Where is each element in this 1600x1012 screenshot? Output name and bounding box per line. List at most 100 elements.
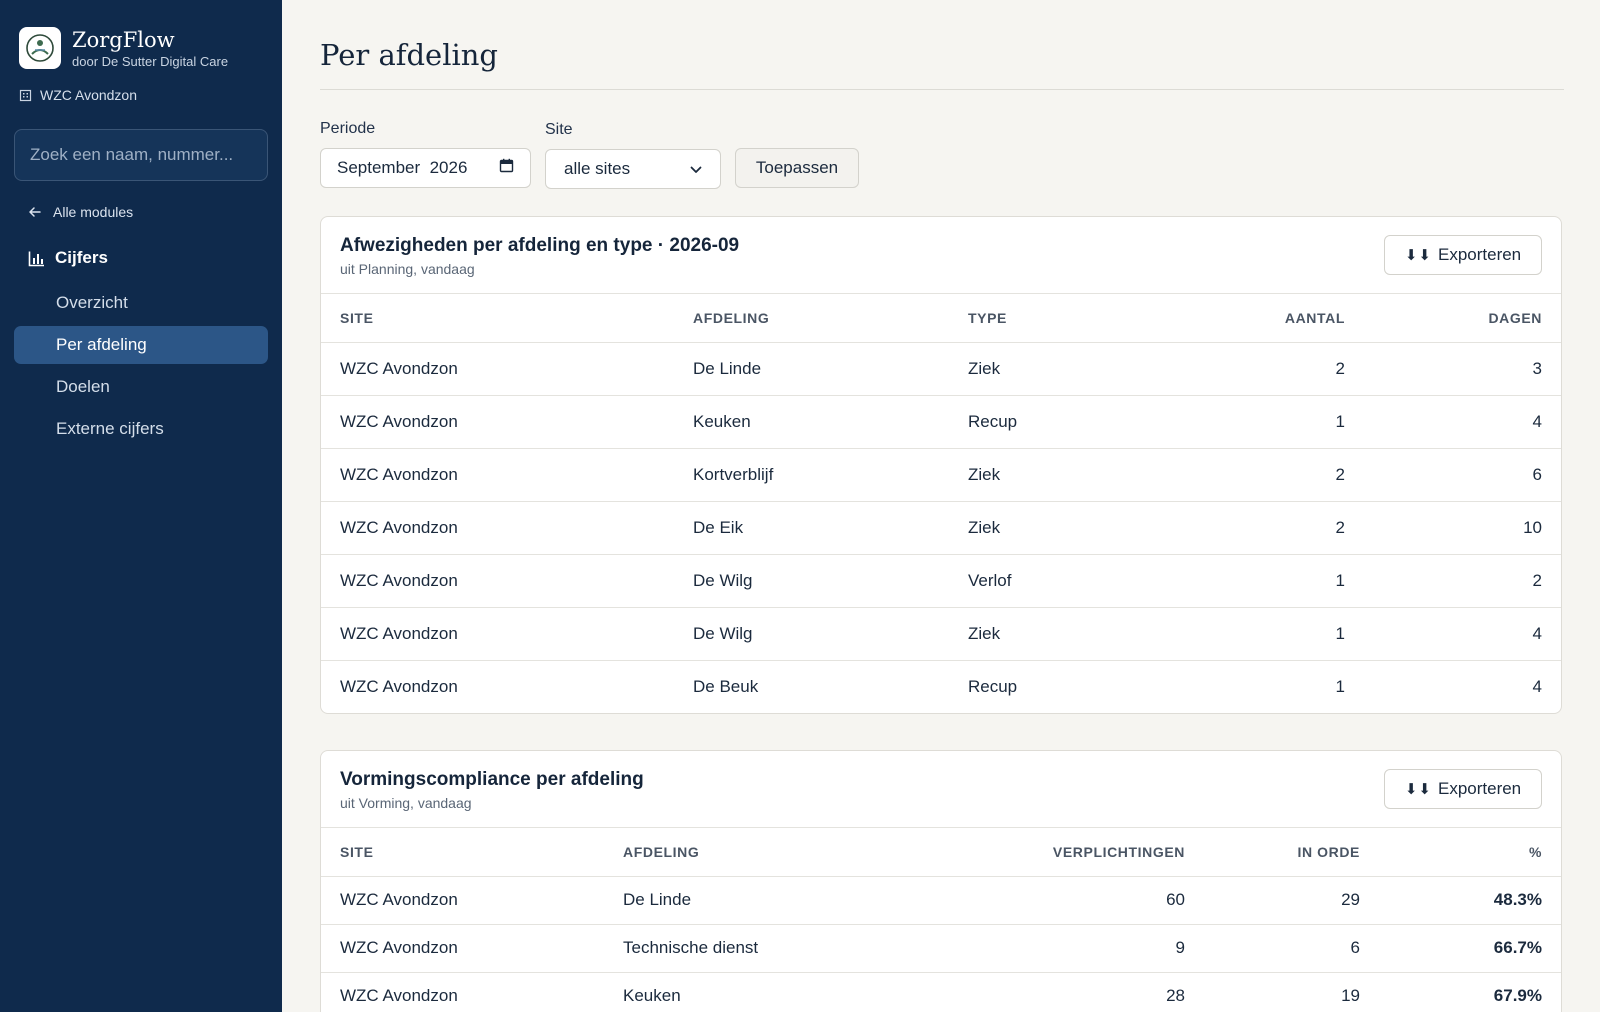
table-row: WZC Avondzon Kortverblijf Ziek 2 6 [321, 448, 1561, 502]
absences-table: SITE AFDELING TYPE AANTAL DAGEN WZC Avon… [321, 294, 1561, 713]
training-export-button[interactable]: ⬇⬇ Exporteren [1384, 769, 1542, 809]
column-header-dagen: DAGEN [1364, 294, 1561, 343]
cell-aantal: 1 [1149, 395, 1364, 449]
absences-card: Afwezigheden per afdeling en type · 2026… [320, 216, 1562, 714]
cell-in-orde: 6 [1204, 924, 1379, 973]
cell-site: WZC Avondzon [321, 924, 604, 973]
absences-card-header: Afwezigheden per afdeling en type · 2026… [321, 217, 1561, 294]
apply-button[interactable]: Toepassen [735, 148, 859, 188]
column-header-percent: % [1379, 828, 1561, 877]
absences-export-button[interactable]: ⬇⬇ Exporteren [1384, 235, 1542, 275]
sidebar: ZorgFlow door De Sutter Digital Care WZC… [0, 0, 282, 1012]
cell-verplichtingen: 28 [1166, 986, 1185, 1006]
cell-site: WZC Avondzon [340, 986, 458, 1006]
cell-afdeling: De Beuk [693, 676, 759, 696]
download-icon: ⬇⬇ [1404, 247, 1432, 264]
cell-dagen: 2 [1364, 554, 1561, 608]
export-label: Exporteren [1437, 779, 1522, 798]
site-value: alle sites [564, 159, 631, 178]
chevron-down-icon [690, 159, 702, 179]
cell-afdeling: De Linde [674, 342, 949, 396]
table-row: WZC Avondzon Keuken Recup 1 4 [321, 395, 1561, 449]
brand[interactable]: ZorgFlow door De Sutter Digital Care [19, 27, 228, 69]
site-select[interactable]: alle sites [545, 149, 721, 189]
cell-dagen: 3 [1364, 342, 1561, 396]
column-header-afdeling: AFDELING [604, 828, 904, 877]
title-divider [320, 89, 1564, 90]
table-header-row: SITE AFDELING TYPE AANTAL DAGEN [321, 294, 1561, 343]
cell-site: WZC Avondzon [321, 876, 604, 925]
cell-aantal: 2 [1149, 501, 1364, 555]
arrow-left-icon [28, 205, 42, 219]
cell-site: WZC Avondzon [321, 448, 674, 502]
column-header-site: SITE [321, 828, 604, 877]
period-month-input[interactable]: September 2026 [320, 148, 531, 188]
section-label: Cijfers [55, 248, 108, 267]
table-row: WZC Avondzon De Linde 60 29 48.3% [321, 876, 1561, 925]
cell-dagen: 6 [1364, 448, 1561, 502]
cell-percent: 66.7% [1379, 924, 1561, 973]
all-modules-link[interactable]: Alle modules [28, 204, 133, 220]
sidebar-item-externe-cijfers[interactable]: Externe cijfers [14, 410, 268, 448]
column-header-afdeling: AFDELING [674, 294, 949, 343]
column-header-verplichtingen: VERPLICHTINGEN [904, 828, 1204, 877]
cell-type: Recup [949, 395, 1149, 449]
period-value: September 2026 [337, 158, 468, 177]
cell-afdeling: Technische dienst [604, 924, 904, 973]
cell-site: WZC Avondzon [321, 554, 674, 608]
training-card-header: Vormingscompliance per afdeling uit Vorm… [321, 751, 1561, 828]
brand-subtitle: door De Sutter Digital Care [72, 54, 229, 69]
cell-afdeling: Keuken [674, 395, 949, 449]
cell-dagen: 4 [1532, 676, 1542, 696]
training-table: SITE AFDELING VERPLICHTINGEN IN ORDE % W… [321, 828, 1561, 1012]
cell-site: WZC Avondzon [321, 395, 674, 449]
table-row: WZC Avondzon De Wilg Ziek 1 4 [321, 607, 1561, 661]
period-label: Periode [320, 120, 376, 137]
filter-bar: Periode Site September 2026 alle sites T… [320, 120, 1564, 189]
sidebar-item-doelen[interactable]: Doelen [14, 368, 268, 406]
column-header-aantal: AANTAL [1149, 294, 1364, 343]
building-icon [19, 89, 32, 102]
cell-percent: 67.9% [1493, 986, 1542, 1006]
table-row: WZC Avondzon De Wilg Verlof 1 2 [321, 554, 1561, 608]
sidebar-item-overzicht[interactable]: Overzicht [14, 284, 268, 322]
cell-type: Ziek [949, 448, 1149, 502]
zorgflow-logo-icon [19, 27, 61, 69]
cell-aantal: 1 [1149, 607, 1364, 661]
table-row: WZC Avondzon De Linde Ziek 2 3 [321, 342, 1561, 396]
cell-site: WZC Avondzon [321, 501, 674, 555]
cell-dagen: 4 [1364, 607, 1561, 661]
cell-type: Ziek [949, 342, 1149, 396]
training-subtitle: uit Vorming, vandaag [340, 795, 472, 811]
table-row: WZC Avondzon Keuken 28 19 67.9% [321, 972, 1561, 1012]
cell-aantal: 2 [1149, 342, 1364, 396]
table-row: WZC Avondzon Technische dienst 9 6 66.7% [321, 924, 1561, 973]
table-row: WZC Avondzon De Eik Ziek 2 10 [321, 501, 1561, 555]
cell-dagen: 4 [1364, 395, 1561, 449]
cell-aantal: 1 [1149, 554, 1364, 608]
search-input[interactable] [14, 129, 268, 181]
table-header-row: SITE AFDELING VERPLICHTINGEN IN ORDE % [321, 828, 1561, 877]
calendar-icon[interactable] [499, 158, 514, 178]
cell-percent: 48.3% [1379, 876, 1561, 925]
cell-aantal: 1 [1335, 676, 1345, 696]
cell-site: WZC Avondzon [321, 607, 674, 661]
training-title: Vormingscompliance per afdeling [340, 769, 644, 790]
absences-title: Afwezigheden per afdeling en type · 2026… [340, 235, 740, 256]
table-row: WZC Avondzon De Beuk Recup 1 4 [321, 660, 1561, 713]
cell-afdeling: Keuken [623, 986, 681, 1006]
all-modules-label: Alle modules [53, 204, 134, 220]
absences-subtitle: uit Planning, vandaag [340, 261, 475, 277]
cell-aantal: 2 [1149, 448, 1364, 502]
organization-label: WZC Avondzon [19, 87, 137, 103]
column-header-type: TYPE [949, 294, 1149, 343]
cell-type: Ziek [949, 501, 1149, 555]
sidebar-item-per-afdeling[interactable]: Per afdeling [14, 326, 268, 364]
section-cijfers[interactable]: Cijfers [28, 248, 108, 268]
cell-afdeling: De Eik [674, 501, 949, 555]
cell-afdeling: De Wilg [674, 554, 949, 608]
cell-verplichtingen: 60 [904, 876, 1204, 925]
cell-in-orde: 29 [1204, 876, 1379, 925]
brand-name: ZorgFlow [72, 28, 175, 52]
cell-in-orde: 19 [1341, 986, 1360, 1006]
